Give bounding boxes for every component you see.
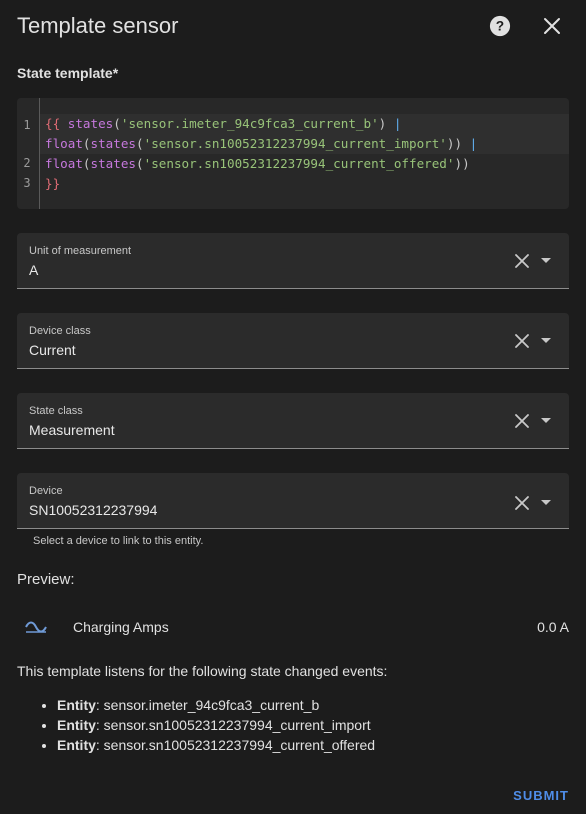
dialog-title: Template sensor [17, 13, 179, 38]
chevron-down-icon[interactable] [541, 500, 551, 505]
code-line: float(states('sensor.sn10052312237994_cu… [45, 136, 478, 151]
field-label: Device [29, 485, 63, 497]
help-icon[interactable]: ? [489, 15, 511, 37]
line-gutter: 1 2 3 [17, 98, 40, 209]
entity-list: Entity: sensor.imeter_94c9fca3_current_b… [17, 695, 375, 755]
code-line: {{ states('sensor.imeter_94c9fca3_curren… [45, 116, 402, 131]
state-template-label: State template* [17, 65, 119, 81]
svg-text:?: ? [496, 19, 504, 34]
list-item: Entity: sensor.sn10052312237994_current_… [57, 715, 375, 735]
field-label: State class [29, 405, 83, 417]
preview-entity-name: Charging Amps [73, 619, 169, 635]
template-editor[interactable]: 1 2 3 {{ states('sensor.imeter_94c9fca3_… [17, 98, 569, 209]
field-value: Measurement [29, 422, 115, 438]
field-value: A [29, 262, 39, 278]
preview-title: Preview: [17, 571, 75, 588]
listens-text: This template listens for the following … [17, 663, 388, 679]
preview-entity-state: 0.0 A [537, 619, 569, 635]
clear-icon[interactable] [515, 334, 529, 348]
field-label: Unit of measurement [29, 245, 132, 257]
close-icon[interactable] [543, 17, 561, 35]
device-field[interactable]: Device SN10052312237994 [17, 473, 569, 529]
list-item: Entity: sensor.imeter_94c9fca3_current_b [57, 695, 375, 715]
submit-button[interactable]: SUBMIT [513, 788, 569, 803]
list-item: Entity: sensor.sn10052312237994_current_… [57, 735, 375, 755]
code-line: }} [45, 176, 61, 191]
dialog-header: Template sensor ? [17, 12, 569, 42]
line-number: 1 [23, 118, 31, 132]
state-class-field[interactable]: State class Measurement [17, 393, 569, 449]
field-value: SN10052312237994 [29, 502, 158, 518]
field-value: Current [29, 342, 76, 358]
device-helper-text: Select a device to link to this entity. [33, 535, 204, 547]
preview-entity-row: Charging Amps 0.0 A [17, 612, 569, 642]
chevron-down-icon[interactable] [541, 258, 551, 263]
sine-wave-icon [25, 621, 47, 633]
chevron-down-icon[interactable] [541, 338, 551, 343]
line-number: 3 [23, 176, 31, 190]
device-class-field[interactable]: Device class Current [17, 313, 569, 369]
clear-icon[interactable] [515, 414, 529, 428]
chevron-down-icon[interactable] [541, 418, 551, 423]
code-line: float(states('sensor.sn10052312237994_cu… [45, 156, 470, 171]
line-number: 2 [23, 156, 31, 170]
clear-icon[interactable] [515, 496, 529, 510]
clear-icon[interactable] [515, 254, 529, 268]
field-label: Device class [29, 325, 91, 337]
unit-of-measurement-field[interactable]: Unit of measurement A [17, 233, 569, 289]
